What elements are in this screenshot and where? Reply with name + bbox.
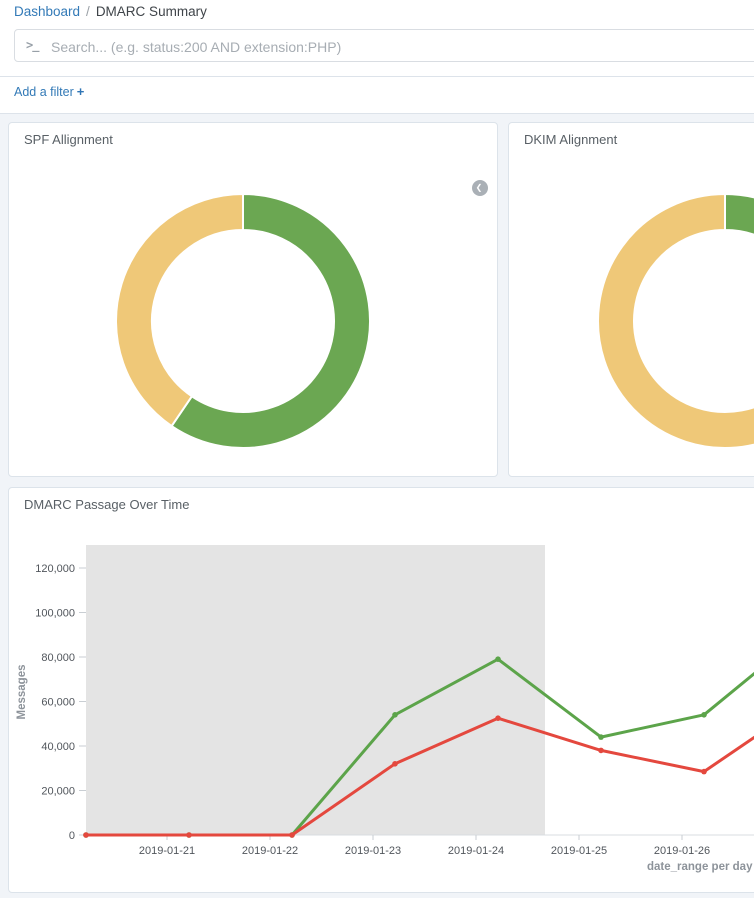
x-tick-label: 2019-01-26: [654, 845, 710, 857]
dkim-donut-chart: [509, 123, 754, 476]
x-tick-label: 2019-01-24: [448, 845, 504, 857]
data-point-red: [701, 769, 707, 775]
add-filter-link[interactable]: Add a filter+: [14, 85, 84, 99]
search-input[interactable]: [49, 30, 613, 63]
plus-icon: +: [77, 84, 85, 99]
data-point-red: [598, 748, 604, 754]
shaded-time-region: [86, 545, 545, 835]
data-point-red: [83, 832, 89, 838]
panel-dkim-alignment: DKIM Alignment: [508, 122, 754, 477]
y-tick-label: 80,000: [41, 652, 75, 664]
breadcrumb-dashboard-link[interactable]: Dashboard: [14, 4, 80, 19]
terminal-prompt-icon: >_: [26, 38, 38, 52]
data-point-red: [289, 832, 295, 838]
panel-dmarc-passage-over-time: DMARC Passage Over Time 020,00040,00060,…: [8, 487, 754, 893]
data-point-green: [392, 712, 398, 718]
x-tick-label: 2019-01-25: [551, 845, 607, 857]
chevron-left-icon: ❮: [476, 183, 483, 192]
y-tick-label: 0: [69, 830, 75, 842]
divider: [0, 76, 754, 77]
filter-bar: Add a filter+: [14, 84, 84, 99]
data-point-green: [495, 656, 501, 662]
dmarc-line-chart: 0 20,000 40,000 60,000 80,000 100,000 120,000 2…: [9, 488, 754, 892]
dashboard-grid: SPF Allignment ❮ DKIM Alignment DMARC Pa…: [0, 114, 754, 898]
y-tick-label: 40,000: [41, 741, 75, 753]
x-axis-title: date_range per day: [647, 861, 752, 873]
data-point-green: [598, 734, 604, 740]
breadcrumb: Dashboard / DMARC Summary: [14, 4, 207, 19]
add-filter-label: Add a filter: [14, 85, 74, 99]
breadcrumb-separator: /: [86, 4, 90, 19]
pie-slice-yellow[interactable]: [116, 194, 243, 426]
search-bar: >_: [14, 29, 754, 62]
data-point-green: [701, 712, 707, 718]
x-tick-label: 2019-01-22: [242, 845, 298, 857]
x-tick-label: 2019-01-21: [139, 845, 195, 857]
spf-donut-chart: [9, 123, 497, 476]
x-tick-label: 2019-01-23: [345, 845, 401, 857]
y-axis-title: Messages: [16, 665, 28, 720]
page-title: DMARC Summary: [96, 4, 207, 19]
pie-slice-yellow[interactable]: [598, 194, 754, 448]
y-tick-label: 20,000: [41, 786, 75, 798]
data-point-red: [392, 761, 398, 767]
y-tick-label: 60,000: [41, 697, 75, 709]
data-point-red: [495, 715, 501, 721]
y-tick-label: 100,000: [35, 608, 75, 620]
kibana-dashboard-app: Dashboard / DMARC Summary >_ Add a filter+…: [0, 0, 754, 898]
data-point-red: [186, 832, 192, 838]
pie-slice-green[interactable]: [725, 194, 754, 247]
legend-toggle-button[interactable]: ❮: [472, 180, 488, 196]
panel-spf-alignment: SPF Allignment ❮: [8, 122, 498, 477]
y-tick-label: 120,000: [35, 563, 75, 575]
